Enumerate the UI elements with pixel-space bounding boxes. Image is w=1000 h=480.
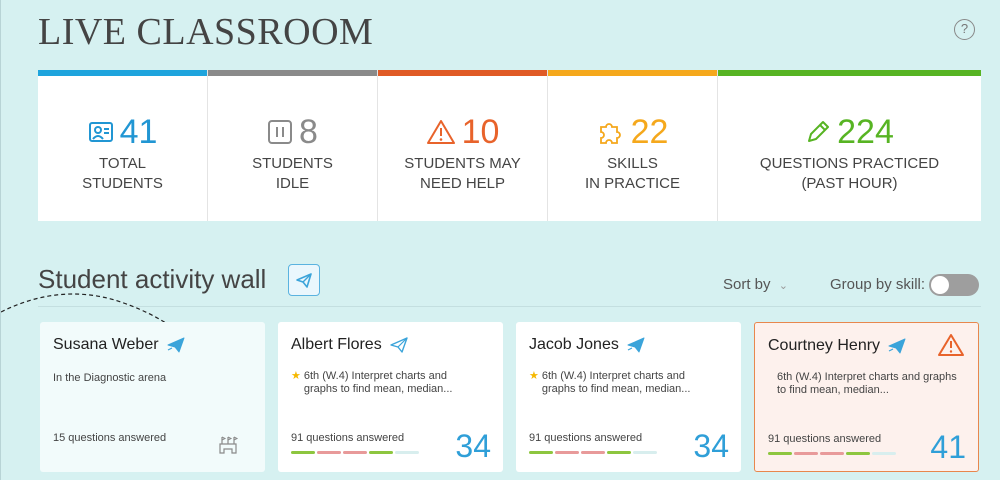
warning-icon: [426, 120, 455, 144]
stat-skills-in-practice[interactable]: 22 SKILLS IN PRACTICE: [548, 70, 718, 221]
student-card-courtney-henry[interactable]: Courtney Henry 6th (W.4) Interpret chart…: [754, 322, 979, 472]
skill-text: 6th (W.4) Interpret charts and graphs to…: [777, 371, 957, 396]
live-classroom-page: LIVE CLASSROOM ? 41 TOTAL STUDENTS 8 STU…: [0, 0, 1000, 480]
questions-answered: 91 questions answered: [768, 433, 882, 445]
puzzle-icon: [599, 123, 621, 144]
pause-icon: [268, 120, 293, 144]
stat-value: 224: [837, 113, 894, 151]
student-card-albert-flores[interactable]: Albert Flores ★ 6th (W.4) Interpret char…: [278, 322, 503, 472]
students-icon: [88, 122, 113, 142]
student-count: 34: [455, 428, 491, 464]
progress-segments: [529, 451, 657, 454]
stat-label: QUESTIONS PRACTICED (PAST HOUR): [759, 155, 940, 192]
stat-value: 41: [119, 113, 158, 151]
stat-label: STUDENTS MAY NEED HELP: [404, 155, 521, 192]
student-count: 34: [693, 428, 729, 464]
stats-panel: 41 TOTAL STUDENTS 8 STUDENTS IDLE 10 STU…: [38, 70, 981, 221]
student-card-jacob-jones[interactable]: Jacob Jones ★ 6th (W.4) Interpret charts…: [516, 322, 741, 472]
stat-label: TOTAL STUDENTS: [82, 155, 163, 192]
student-name-row: Albert Flores: [291, 336, 408, 354]
student-name-row: Jacob Jones: [529, 336, 645, 354]
sort-by-dropdown[interactable]: Sort by ⌄: [723, 276, 788, 293]
arena-icon: [219, 436, 239, 454]
skill-text: 6th (W.4) Interpret charts and graphs to…: [541, 370, 691, 395]
questions-answered: 91 questions answered: [529, 432, 643, 444]
stat-label: SKILLS IN PRACTICE: [584, 155, 680, 192]
student-name: Courtney Henry: [768, 337, 881, 354]
student-name: Susana Weber: [53, 336, 159, 353]
progress-segments: [768, 452, 896, 455]
send-icon[interactable]: [288, 264, 320, 296]
page-title: LIVE CLASSROOM: [38, 11, 374, 53]
student-count: 41: [930, 429, 966, 465]
student-name-row: Susana Weber: [53, 336, 185, 354]
stat-students-idle[interactable]: 8 STUDENTS IDLE: [208, 70, 378, 221]
sort-by-label: Sort by: [723, 276, 771, 293]
send-icon: [888, 338, 906, 354]
star-icon: ★: [291, 370, 301, 382]
activity-wall-title: Student activity wall: [38, 264, 267, 294]
skill-row: 6th (W.4) Interpret charts and graphs to…: [777, 371, 957, 397]
group-by-skill-label: Group by skill:: [830, 276, 926, 293]
stat-value: 22: [630, 113, 669, 151]
send-icon: [167, 337, 185, 353]
send-icon: [627, 337, 645, 353]
warning-icon: [938, 334, 964, 356]
questions-answered: 91 questions answered: [291, 432, 405, 444]
chevron-down-icon: ⌄: [778, 280, 788, 292]
skill-row: ★ 6th (W.4) Interpret charts and graphs …: [291, 370, 481, 396]
skill-text: 6th (W.4) Interpret charts and graphs to…: [303, 370, 453, 395]
toggle-knob: [931, 276, 949, 294]
stat-value: 10: [461, 113, 500, 151]
stat-value: 8: [299, 113, 318, 151]
progress-segments: [291, 451, 419, 454]
stat-total-students[interactable]: 41 TOTAL STUDENTS: [38, 70, 208, 221]
student-name: Albert Flores: [291, 336, 382, 353]
help-icon[interactable]: ?: [954, 19, 975, 40]
stat-questions-practiced[interactable]: 224 QUESTIONS PRACTICED (PAST HOUR): [718, 70, 981, 221]
student-status: In the Diagnostic arena: [53, 372, 167, 384]
stat-label: STUDENTS IDLE: [252, 155, 333, 192]
student-name: Jacob Jones: [529, 336, 619, 353]
star-icon: ★: [529, 370, 539, 382]
pencil-icon: [808, 121, 830, 142]
student-name-row: Courtney Henry: [768, 337, 906, 355]
student-card-susana-weber[interactable]: Susana Weber In the Diagnostic arena 15 …: [40, 322, 265, 472]
send-icon: [390, 337, 408, 353]
stat-students-need-help[interactable]: 10 STUDENTS MAY NEED HELP: [378, 70, 548, 221]
skill-row: ★ 6th (W.4) Interpret charts and graphs …: [529, 370, 719, 396]
questions-answered: 15 questions answered: [53, 432, 167, 444]
group-by-skill-toggle[interactable]: [929, 274, 979, 296]
